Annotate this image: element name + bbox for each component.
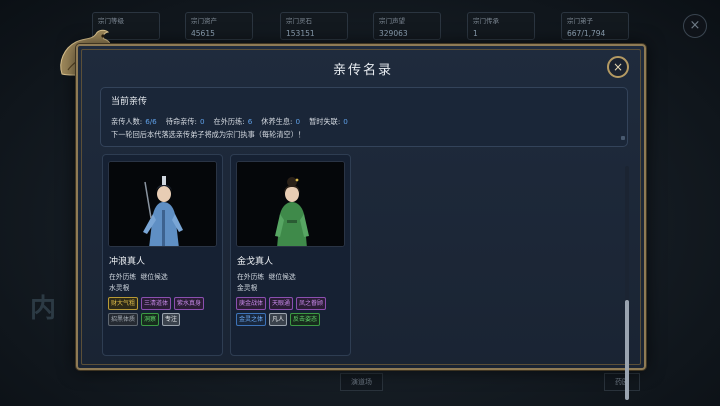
stat-label-total: 亲传人数: (111, 117, 143, 126)
candidate-text: 继位候选 (268, 273, 296, 281)
disciple-card-list: 冲浪真人 在外历练 继位候选 水灵根 财大气粗 三清道体 紫水真身 招黑体质 洞… (100, 152, 635, 362)
trait-tag[interactable]: 财大气粗 (108, 297, 139, 310)
stat-value-total: 6/6 (145, 117, 157, 126)
current-disciples-panel: 当前亲传 亲传人数: 6/6 待命亲传: 0 在外历练: 6 休养生息: 0 暂时失联:… (100, 87, 628, 147)
stat-value-standby: 0 (199, 117, 205, 126)
disciple-status: 在外历练 继位候选 (237, 271, 296, 281)
stat-label-missing: 暂时失联: (309, 117, 341, 126)
hud-stat-value: 1 (473, 29, 478, 38)
hud-stat-3: 宗门声望 329063 (373, 12, 441, 40)
stat-value-missing: 0 (343, 117, 348, 126)
hud-stat-5: 宗门弟子 667/1,794 (561, 12, 629, 40)
disciple-portrait (108, 161, 217, 247)
bg-tile-training-ground[interactable]: 演道场 (340, 373, 383, 391)
hud-stat-2: 宗门灵石 153151 (280, 12, 348, 40)
trait-tag[interactable]: 专注 (162, 313, 181, 326)
succession-notice: 下一轮回后本代落选亲传弟子将成为宗门执事（每轮清空）！ (111, 130, 306, 139)
trait-tag[interactable]: 金灵之体 (236, 313, 267, 326)
hud-stat-label: 宗门等级 (98, 17, 124, 25)
disciple-portrait (236, 161, 345, 247)
scrollbar-thumb[interactable] (625, 300, 629, 400)
dialog-title: 亲传名录 (332, 62, 393, 78)
status-text: 在外历练 (109, 273, 137, 281)
hud-stat-value: 45615 (191, 29, 215, 38)
trait-tag[interactable]: 三清道体 (141, 297, 172, 310)
stat-value-resting: 0 (295, 117, 301, 126)
stat-value-traveling: 6 (247, 117, 253, 126)
hud-stat-value: 329063 (379, 29, 408, 38)
stat-label-traveling: 在外历练: (213, 117, 245, 126)
dialog-title-bar: 亲传名录 (103, 53, 623, 83)
trait-tag[interactable]: 凤之眷顾 (296, 297, 327, 310)
hud-stat-label: 宗门弟子 (567, 17, 593, 25)
trait-tag[interactable]: 紫水真身 (174, 297, 205, 310)
panel-corner-mark (621, 136, 625, 140)
trait-tag[interactable]: 凡人 (269, 313, 288, 326)
trait-tag[interactable]: 招黑体质 (108, 313, 139, 326)
hud-stat-value: 153151 (286, 29, 315, 38)
bg-tile-herb-garden[interactable]: 药园 (604, 373, 640, 391)
trait-tags: 庚金战体 天眼通 凤之眷顾 金灵之体 凡人 反击姿态 (236, 297, 348, 326)
female-cultivator-blue-icon (109, 162, 216, 246)
disciple-name: 冲浪真人 (109, 257, 146, 267)
stat-label-standby: 待命亲传: (165, 117, 197, 126)
female-cultivator-green-icon (237, 162, 344, 246)
disciple-stats-row: 亲传人数: 6/6 待命亲传: 0 在外历练: 6 休养生息: 0 暂时失联: 0 (111, 117, 617, 127)
disciple-card[interactable]: 金戈真人 在外历练 继位候选 金灵根 庚金战体 天眼通 凤之眷顾 金灵之体 凡人… (230, 154, 351, 356)
disciple-roster-dialog: 亲传名录 × 当前亲传 亲传人数: 6/6 待命亲传: 0 在外历练: 6 休养生息:… (76, 44, 646, 400)
trait-tags: 财大气粗 三清道体 紫水真身 招黑体质 洞察 专注 (108, 297, 220, 326)
hud-stat-1: 宗门资产 45615 (185, 12, 253, 40)
spirit-root: 水灵根 (109, 284, 130, 292)
trait-tag[interactable]: 洞察 (141, 313, 160, 326)
hud-stat-value: 667/1,794 (567, 29, 606, 38)
trait-tag[interactable]: 天眼通 (269, 297, 294, 310)
trait-tag[interactable]: 庚金战体 (236, 297, 267, 310)
disciple-status: 在外历练 继位候选 (109, 271, 168, 281)
candidate-text: 继位候选 (140, 273, 168, 281)
stat-label-resting: 休养生息: (261, 117, 293, 126)
close-button[interactable]: × (607, 56, 629, 78)
trait-tag[interactable]: 反击姿态 (290, 313, 321, 326)
hud-stat-label: 宗门传承 (473, 17, 499, 25)
hud-stat-label: 宗门灵石 (286, 17, 312, 25)
hud-stat-label: 宗门资产 (191, 17, 217, 25)
background-glyph: 内 (30, 294, 59, 324)
panel-heading: 当前亲传 (111, 97, 148, 107)
hud-stat-4: 宗门传承 1 (467, 12, 535, 40)
hud-stat-label: 宗门声望 (379, 17, 405, 25)
spirit-root: 金灵根 (237, 284, 258, 292)
disciple-name: 金戈真人 (237, 257, 274, 267)
disciple-card[interactable]: 冲浪真人 在外历练 继位候选 水灵根 财大气粗 三清道体 紫水真身 招黑体质 洞… (102, 154, 223, 356)
hud-close-button[interactable]: × (683, 14, 707, 38)
status-text: 在外历练 (237, 273, 265, 281)
